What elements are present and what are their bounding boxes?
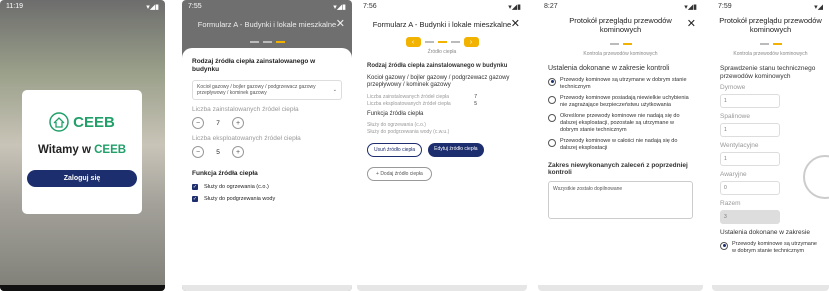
function-title: Funkcja źródła ciepła: [367, 110, 424, 117]
nav-bar: [712, 285, 829, 291]
close-icon[interactable]: ✕: [511, 17, 520, 30]
form-header: Protokół przeglądu przewodów kominowych ✕: [538, 13, 703, 37]
status-bar: 7:59 ▾◢: [718, 3, 823, 11]
status-bar: 7:56 ▾◢▮: [363, 3, 521, 11]
function-item: Służy do podgrzewania wody (c.w.u.): [367, 129, 450, 135]
phone-screen-login: 11:19 ▾◢▮ CEEB Witamy w CEEB Zaloguj się: [0, 0, 165, 291]
edit-button[interactable]: Edytuj źródło ciepła: [428, 143, 484, 157]
chevron-down-icon: ⌄: [332, 87, 337, 93]
radio-option[interactable]: Przewody kominowe w całości nie nadają s…: [548, 138, 693, 152]
function-title: Funkcja źródła ciepła: [192, 170, 258, 177]
plus-icon[interactable]: +: [232, 146, 244, 158]
delete-button[interactable]: Usuń źródło ciepła: [367, 143, 423, 157]
phone-screen-heat-source-form: 7:55 ▾◢▮ Formularz A - Budynki i lokale m…: [182, 0, 352, 291]
login-card: CEEB Witamy w CEEB Zaloguj się: [22, 90, 142, 214]
app-name: CEEB: [73, 113, 115, 131]
checkbox-heating[interactable]: ✓ Służy do ogrzewania (c.o.): [192, 184, 342, 190]
heat-source-value: Kocioł gazowy / bojler gazowy / podgrzew…: [367, 74, 510, 89]
awaryjne-field[interactable]: 0: [720, 181, 780, 195]
welcome-heading: Witamy w CEEB: [37, 144, 127, 156]
status-bar: 7:55 ▾◢▮: [188, 3, 346, 11]
close-icon[interactable]: ✕: [687, 17, 696, 30]
recommend-title: Zakres niewykonanych zaleceń z poprzedni…: [548, 161, 688, 177]
radio-option[interactable]: Określone przewody kominowe nie nadają s…: [548, 113, 693, 134]
status-bar: 11:19 ▾◢▮: [0, 0, 165, 13]
app-logo: CEEB: [22, 112, 142, 132]
section-title: Rodzaj źródła ciepła zainstalowanego w b…: [367, 63, 508, 69]
radio-option[interactable]: Przewody kominowe posiadają niewielkie u…: [548, 95, 693, 109]
section-title: Rodzaj źródła ciepła zainstalowanego w b…: [192, 58, 316, 73]
house-leaf-icon: [49, 112, 69, 132]
used-stepper: −5 +: [192, 146, 342, 158]
used-row: Liczba eksploatowanych źródeł ciepła 5: [367, 100, 477, 107]
signal-icon: ▾◢▮: [146, 3, 159, 11]
installed-label: Liczba zainstalowanych źródeł ciepła: [192, 106, 299, 113]
recommend-textarea[interactable]: Wszystkie zostało dopilnowane: [548, 180, 693, 219]
used-count[interactable]: 5: [210, 149, 226, 156]
close-icon[interactable]: ✕: [336, 17, 345, 30]
bottom-section-title: Ustalenia dokonane w zakresie: [720, 229, 810, 236]
login-button[interactable]: Zaloguj się: [27, 170, 137, 187]
form-title: Formularz A - Budynki i lokale mieszkaln…: [372, 19, 512, 29]
section-title: Ustalenia dokonane w zakresie kontroli: [548, 65, 670, 72]
form-header: Formularz A - Budynki i lokale mieszkaln…: [357, 13, 527, 35]
check-icon: ✓: [192, 196, 198, 202]
used-label: Liczba eksploatowanych źródeł ciepła: [192, 135, 301, 142]
status-time: 11:19: [6, 3, 23, 10]
form-header: Protokół przeglądu przewodów kominowych: [712, 13, 829, 37]
minus-icon[interactable]: −: [192, 146, 204, 158]
installed-stepper: −7 +: [192, 117, 342, 129]
installed-row: Liczba zainstalowanych źródeł ciepła 7: [367, 93, 477, 100]
bottom-sheet: Rodzaj źródła ciepła zainstalowanego w b…: [182, 48, 352, 285]
form-title: Protokół przeglądu przewodów kominowych: [569, 16, 672, 34]
form-title: Protokół przeglądu przewodów kominowych: [719, 16, 822, 34]
dymowe-field[interactable]: 1: [720, 94, 780, 108]
installed-count[interactable]: 7: [210, 120, 226, 127]
nav-bar: [0, 285, 165, 291]
plus-icon[interactable]: +: [232, 117, 244, 129]
total-field: 3: [720, 210, 780, 224]
prev-arrow-icon[interactable]: ‹: [405, 37, 421, 47]
stepper: [538, 37, 703, 51]
spalinowe-field[interactable]: 1: [720, 123, 780, 137]
status-bar: 8:27 ▾◢▮: [544, 3, 697, 11]
stepper: ‹ ›: [357, 35, 527, 49]
wentylacyjne-field[interactable]: 1: [720, 152, 780, 166]
heat-source-select[interactable]: Kocioł gazowy / bojler gazowy / podgrzew…: [192, 80, 342, 100]
phone-screen-chimney-check: 7:59 ▾◢ Protokół przeglądu przewodów komi…: [712, 0, 829, 291]
phone-screen-heat-source-summary: 7:56 ▾◢▮ Formularz A - Budynki i lokale m…: [357, 0, 527, 291]
phone-screen-chimney-control: 8:27 ▾◢▮ Protokół przeglądu przewodów kom…: [538, 0, 703, 291]
section-title: Sprawdzenie stanu technicznego przewodów…: [720, 65, 816, 80]
stepper: [182, 35, 352, 49]
radio-option[interactable]: Przewody kominowe są utrzymane w dobrym …: [720, 241, 821, 255]
check-icon: ✓: [192, 184, 198, 190]
next-arrow-icon[interactable]: ›: [463, 37, 479, 47]
checkbox-water[interactable]: ✓ Służy do podgrzewania wody: [192, 196, 342, 202]
nav-bar: [357, 285, 527, 291]
add-button[interactable]: + Dodaj źródło ciepła: [367, 167, 432, 181]
nav-bar: [182, 285, 352, 291]
stepper: [712, 37, 829, 51]
function-item: Służy do ogrzewania (c.o.): [367, 122, 426, 128]
form-title: Formularz A - Budynki i lokale mieszkaln…: [197, 19, 337, 29]
nav-bar: [538, 285, 703, 291]
radio-option[interactable]: Przewody kominowe są utrzymane w dobrym …: [548, 77, 693, 91]
form-header: Formularz A - Budynki i lokale mieszkaln…: [182, 13, 352, 35]
minus-icon[interactable]: −: [192, 117, 204, 129]
